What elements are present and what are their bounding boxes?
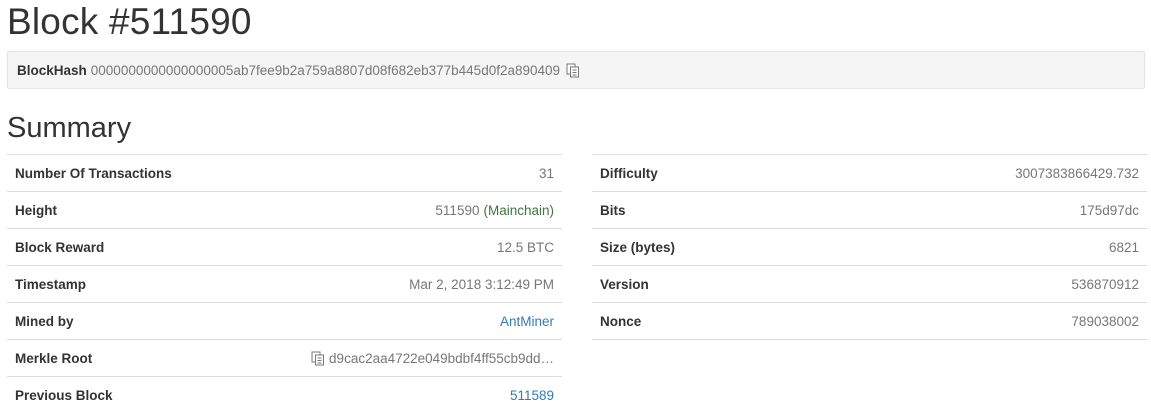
copy-icon[interactable]	[311, 351, 325, 366]
row-size: Size (bytes) 6821	[592, 229, 1147, 266]
height-value: 511590	[435, 202, 480, 218]
row-previous-block: Previous Block 511589	[7, 377, 562, 411]
row-label: Previous Block	[15, 388, 113, 403]
row-label: Size (bytes)	[600, 239, 676, 255]
row-merkle-root: Merkle Root d9cac2aa4722e049bdbf4ff55cb9…	[7, 340, 562, 377]
row-label: Bits	[600, 202, 626, 218]
blockhash-box: BlockHash 0000000000000000005ab7fee9b2a7…	[7, 51, 1145, 89]
row-label: Timestamp	[15, 276, 87, 292]
row-label: Merkle Root	[15, 350, 93, 366]
row-nonce: Nonce 789038002	[592, 303, 1147, 340]
row-value-merkle: d9cac2aa4722e049bdbf4ff55cb9dd…	[311, 351, 554, 366]
mainchain-label: (Mainchain)	[483, 202, 554, 218]
row-label: Mined by	[15, 313, 74, 329]
row-block-reward: Block Reward 12.5 BTC	[7, 229, 562, 266]
row-height: Height 511590 (Mainchain)	[7, 192, 562, 229]
row-value: 6821	[1108, 239, 1139, 255]
row-label: Difficulty	[600, 165, 658, 181]
row-label: Nonce	[600, 313, 642, 329]
copy-icon[interactable]	[566, 63, 580, 78]
row-label: Version	[600, 276, 649, 292]
blockhash-label: BlockHash	[17, 62, 87, 78]
row-value: Mar 2, 2018 3:12:49 PM	[409, 276, 554, 292]
summary-table-left: Number Of Transactions 31 Height 511590 …	[7, 154, 562, 411]
row-bits: Bits 175d97dc	[592, 192, 1147, 229]
row-difficulty: Difficulty 3007383866429.732	[592, 155, 1147, 192]
row-mined-by: Mined by AntMiner	[7, 303, 562, 340]
row-value: 31	[538, 165, 554, 181]
previous-block-link[interactable]: 511589	[510, 388, 554, 403]
row-value: 3007383866429.732	[1015, 165, 1139, 181]
row-timestamp: Timestamp Mar 2, 2018 3:12:49 PM	[7, 266, 562, 303]
row-value: 175d97dc	[1079, 202, 1139, 218]
summary-table-right: Difficulty 3007383866429.732 Bits 175d97…	[592, 154, 1147, 340]
blockhash-value[interactable]: 0000000000000000005ab7fee9b2a759a8807d08…	[91, 63, 560, 78]
row-label: Block Reward	[15, 239, 105, 255]
page-title: Block #511590	[7, 1, 252, 42]
miner-link[interactable]: AntMiner	[500, 314, 554, 329]
row-value: 789038002	[1071, 313, 1139, 329]
row-value: 12.5 BTC	[496, 239, 554, 255]
row-number-of-transactions: Number Of Transactions 31	[7, 155, 562, 192]
row-version: Version 536870912	[592, 266, 1147, 303]
row-label: Number Of Transactions	[15, 165, 172, 181]
row-value: 536870912	[1071, 276, 1139, 292]
block-page: Block #511590 BlockHash 0000000000000000…	[0, 0, 1151, 411]
row-value-height: 511590 (Mainchain)	[435, 203, 554, 218]
row-label: Height	[15, 202, 57, 218]
summary-title: Summary	[7, 112, 132, 144]
merkle-root-value[interactable]: d9cac2aa4722e049bdbf4ff55cb9dd…	[329, 351, 554, 366]
